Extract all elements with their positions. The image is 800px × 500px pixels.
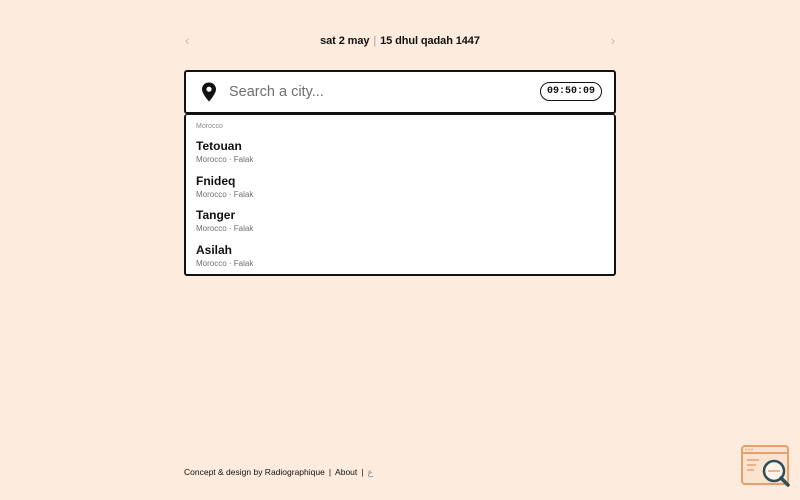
date-bar: ‹ sat 2 may | 15 dhul qadah 1447 ›	[184, 33, 616, 49]
result-city-name: Tanger	[196, 208, 236, 222]
footer: Concept & design by Radiographique | About…	[184, 466, 373, 478]
result-city-meta: Morocco · Falak	[196, 155, 254, 164]
date-display: sat 2 may | 15 dhul qadah 1447	[184, 33, 616, 49]
date-separator: |	[373, 35, 377, 47]
result-city-name: Asilah	[196, 243, 233, 257]
footer-separator: |	[328, 467, 332, 477]
result-item-asilah[interactable]: Asilah Morocco · Falak	[186, 242, 614, 276]
result-item-tetouan[interactable]: Tetouan Morocco · Falak	[186, 138, 614, 172]
search-results-dropdown: Morocco Tetouan Morocco · Falak Fnideq M…	[184, 114, 616, 276]
city-search-input[interactable]	[229, 80, 529, 104]
about-link[interactable]: About	[335, 467, 357, 477]
footer-separator: |	[361, 467, 364, 477]
language-toggle-link[interactable]: ع	[367, 467, 372, 477]
clock-display: 09:50:09	[539, 82, 602, 101]
search-window-icon[interactable]	[741, 444, 791, 488]
location-pin-icon	[202, 82, 216, 102]
gregorian-date: sat 2 may	[320, 35, 370, 47]
result-city-meta: Morocco · Falak	[196, 224, 254, 233]
result-item-fnideq[interactable]: Fnideq Morocco · Falak	[186, 173, 614, 207]
result-city-name: Tetouan	[196, 139, 242, 153]
result-city-meta: Morocco · Falak	[196, 259, 254, 268]
result-city-name: Fnideq	[196, 174, 236, 188]
hijri-date: 15 dhul qadah 1447	[380, 35, 480, 47]
city-search-box: 09:50:09	[184, 70, 616, 114]
credit-link[interactable]: Concept & design by Radiographique	[184, 467, 325, 477]
chevron-right-icon[interactable]: ›	[606, 33, 620, 49]
results-group-label: Morocco	[196, 123, 223, 130]
result-item-tanger[interactable]: Tanger Morocco · Falak	[186, 207, 614, 241]
result-city-meta: Morocco · Falak	[196, 190, 254, 199]
